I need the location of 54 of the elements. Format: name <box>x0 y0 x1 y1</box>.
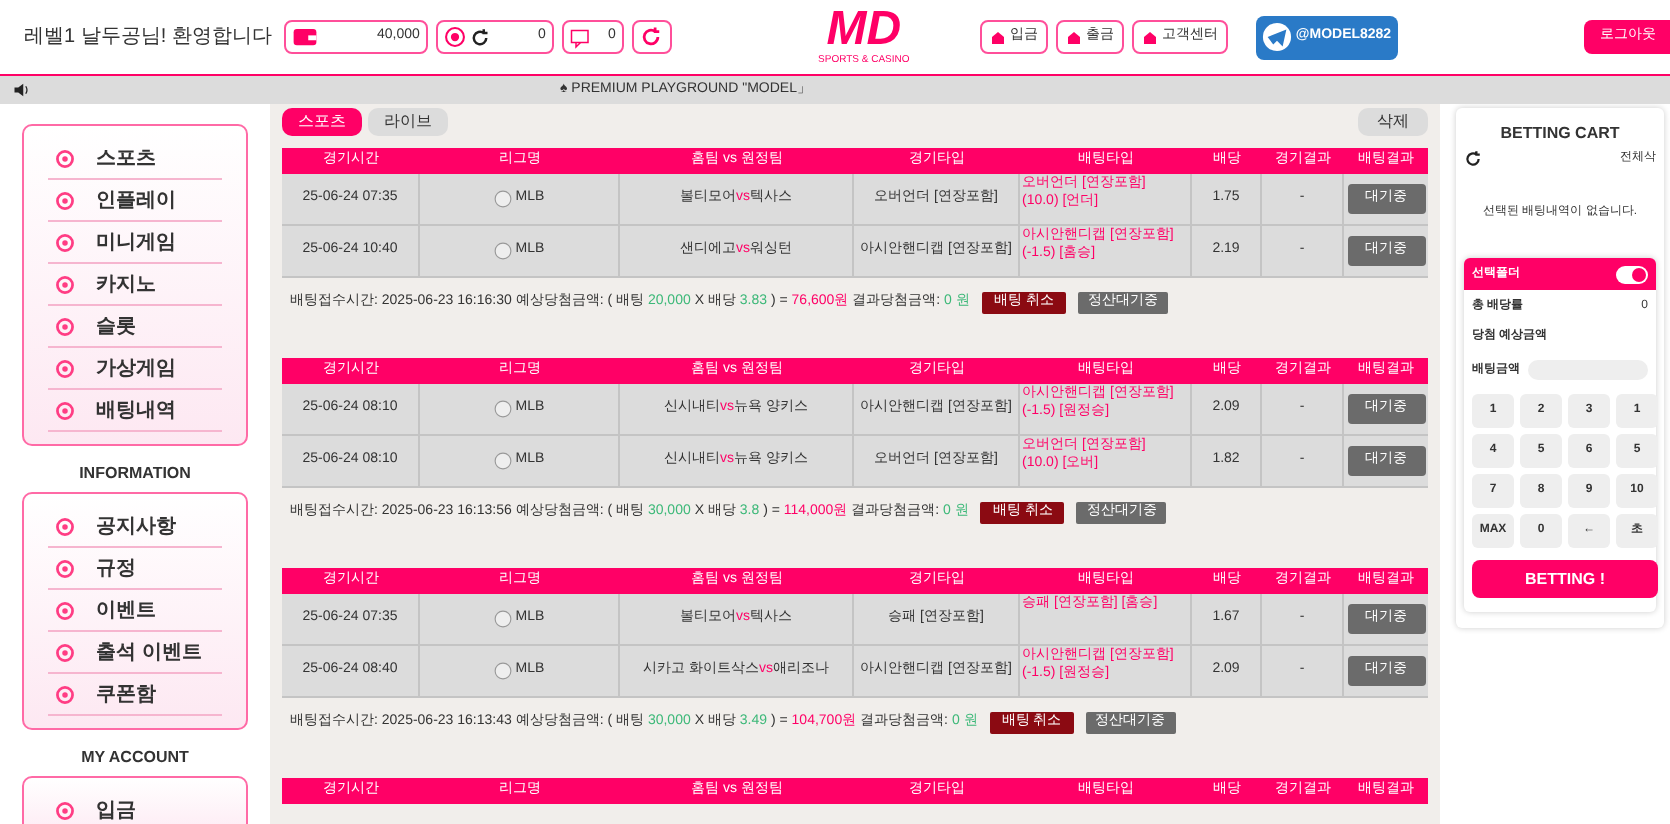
menu-icon <box>54 641 76 663</box>
sidebar-item[interactable]: 가상게임 <box>48 348 222 390</box>
chat-icon <box>569 25 594 49</box>
baseball-icon <box>493 190 512 208</box>
sidebar-item[interactable]: 이벤트 <box>48 590 222 632</box>
baseball-icon <box>493 610 512 628</box>
sidebar-item[interactable]: 미니게임 <box>48 222 222 264</box>
menu-icon <box>54 231 76 253</box>
tab[interactable]: 스포츠 <box>282 108 362 136</box>
menu-icon <box>54 599 76 621</box>
menu-icon <box>54 147 76 169</box>
wallet-icon <box>291 24 318 50</box>
baseball-icon <box>493 662 512 680</box>
menu-icon <box>54 315 76 337</box>
sidebar-item[interactable]: 입금 <box>48 790 222 824</box>
menu-icon <box>54 683 76 705</box>
logo[interactable]: MD <box>826 5 902 54</box>
baseball-icon <box>493 452 512 470</box>
sidebar-item[interactable]: 배팅내역 <box>48 390 222 432</box>
refresh-icon <box>469 27 490 47</box>
tab[interactable]: 라이브 <box>368 108 448 136</box>
sidebar-item[interactable]: 출석 이벤트 <box>48 632 222 674</box>
menu-icon <box>54 399 76 421</box>
delete-button[interactable]: 삭제 <box>1358 108 1428 136</box>
refresh-icon <box>1464 150 1482 168</box>
menu-icon <box>54 799 76 821</box>
sidebar-item[interactable]: 슬롯 <box>48 306 222 348</box>
betting-submit-button[interactable]: BETTING ! <box>1472 560 1658 598</box>
menu-icon <box>54 515 76 537</box>
house-icon <box>989 29 1006 45</box>
coin-icon <box>443 26 466 48</box>
menu-icon <box>54 357 76 379</box>
speaker-icon <box>12 80 32 100</box>
sidebar-item[interactable]: 스포츠 <box>48 138 222 180</box>
sidebar-item[interactable]: 인플레이 <box>48 180 222 222</box>
baseball-icon <box>493 400 512 418</box>
section-title: INFORMATION <box>77 462 193 486</box>
menu-icon <box>54 189 76 211</box>
cart-title: BETTING CART <box>1498 122 1622 146</box>
sidebar-item[interactable]: 카지노 <box>48 264 222 306</box>
house-icon <box>1141 29 1158 45</box>
baseball-icon <box>493 242 512 260</box>
sidebar-item[interactable]: 쿠폰함 <box>48 674 222 716</box>
toggle-switch[interactable] <box>1616 265 1648 283</box>
sidebar-item[interactable]: 공지사항 <box>48 506 222 548</box>
menu-icon <box>54 557 76 579</box>
paper-plane-icon <box>1261 22 1292 52</box>
house-icon <box>1065 29 1082 45</box>
section-title: MY ACCOUNT <box>79 746 191 770</box>
sidebar-item[interactable]: 규정 <box>48 548 222 590</box>
menu-icon <box>54 273 76 295</box>
refresh-icon <box>640 26 663 48</box>
refresh-button[interactable] <box>631 20 672 54</box>
welcome-text: 레벨1 날두공님! 환영합니다 <box>24 25 272 49</box>
